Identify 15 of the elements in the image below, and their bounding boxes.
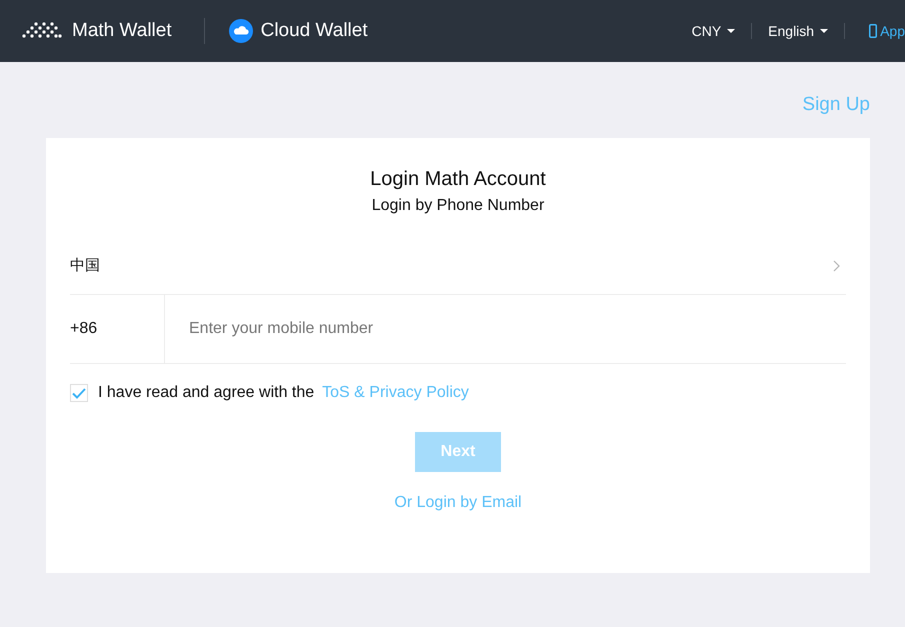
product-name: Cloud Wallet [260, 20, 368, 42]
currency-dropdown[interactable]: CNY [676, 23, 752, 39]
agree-text: I have read and agree with the [98, 384, 314, 402]
brand-name: Math Wallet [72, 20, 172, 42]
agree-checkbox[interactable] [70, 384, 88, 402]
phone-icon [869, 24, 878, 38]
app-link[interactable]: App [845, 23, 905, 39]
card-subtitle: Login by Phone Number [370, 197, 546, 215]
card-title: Login Math Account [369, 168, 547, 191]
logo-icon [22, 22, 64, 40]
chevron-right-icon [833, 260, 840, 272]
caret-icon [727, 29, 736, 33]
caret-icon [820, 29, 828, 33]
cloud-icon [228, 19, 253, 43]
language-dropdown[interactable]: English [752, 23, 844, 39]
